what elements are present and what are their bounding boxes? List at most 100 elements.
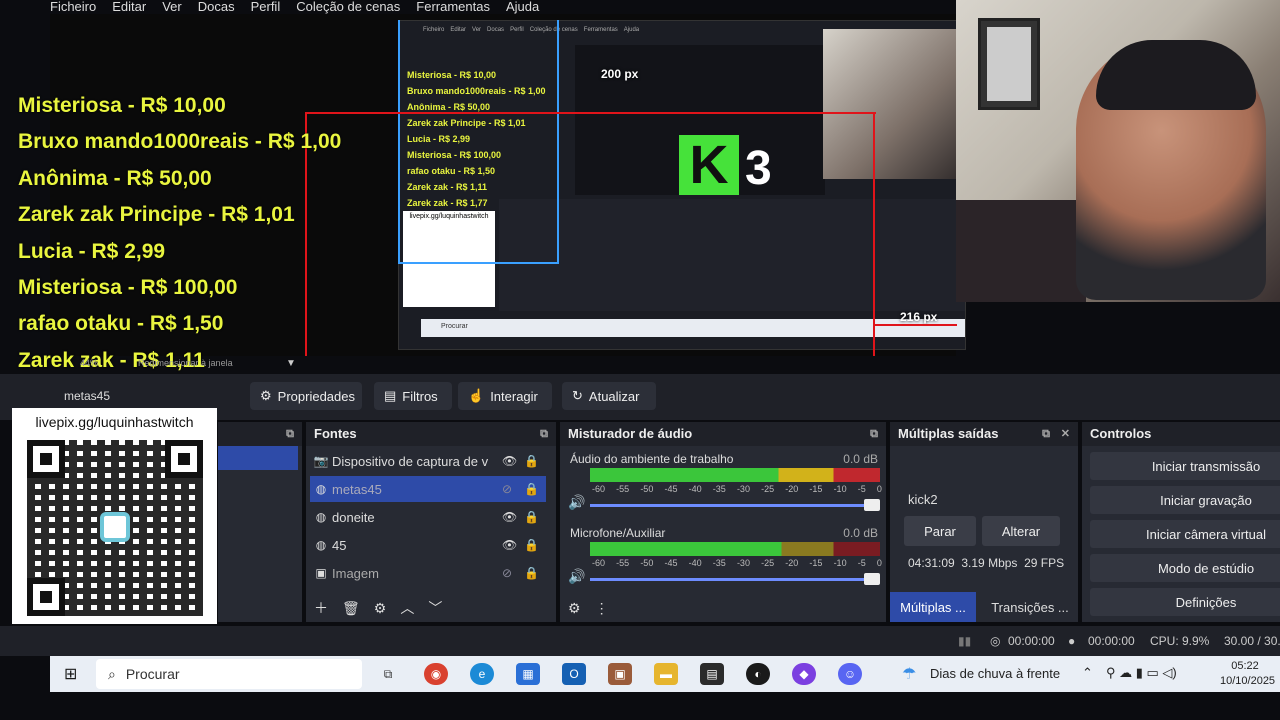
visibility-eye-icon[interactable]: 👁 xyxy=(502,538,524,552)
visibility-eye-icon[interactable]: 👁 xyxy=(502,454,524,468)
windows-start-icon[interactable]: ⊞ xyxy=(64,664,77,684)
weather-icon: ☂ xyxy=(902,666,917,683)
chevron-down-icon[interactable]: ﹀ xyxy=(428,598,442,618)
scene-item-selected[interactable] xyxy=(218,446,298,470)
properties-button[interactable]: ⚙ Propriedades xyxy=(250,382,362,410)
taskbar-search[interactable]: ⌕ Procurar xyxy=(96,659,362,689)
undock-icon[interactable]: ⧉ xyxy=(1042,422,1050,446)
refresh-button[interactable]: ↻ Atualizar xyxy=(562,382,656,410)
menu-ver[interactable]: Ver xyxy=(162,0,182,14)
donation-item: rafao otaku - R$ 1,50 xyxy=(18,312,224,336)
more-options-icon[interactable]: ⋮ xyxy=(595,600,609,617)
volume-slider[interactable] xyxy=(590,499,880,511)
browser-icon: ◍ xyxy=(315,538,327,552)
lock-icon[interactable]: 🔒 xyxy=(524,538,546,552)
resize-hint[interactable]: Redimensionar à janela xyxy=(138,358,233,372)
edge-icon[interactable]: e xyxy=(470,663,494,685)
menu-colecao-cenas[interactable]: Coleção de cenas xyxy=(296,0,400,14)
edit-output-button[interactable]: Alterar xyxy=(982,516,1060,546)
nested-taskbar: Procurar xyxy=(421,319,965,337)
wall-picture xyxy=(978,18,1040,110)
qr-logo-icon xyxy=(100,512,130,542)
task-view-icon[interactable]: ⧉ xyxy=(376,663,400,685)
slider-knob[interactable] xyxy=(864,499,880,511)
chrome-icon[interactable]: ◉ xyxy=(424,663,448,685)
menu-docas[interactable]: Docas xyxy=(198,0,235,14)
stop-output-button[interactable]: Parar xyxy=(904,516,976,546)
menu-bar: Ficheiro Editar Ver Docas Perfil Coleção… xyxy=(50,0,950,14)
start-recording-button[interactable]: Iniciar gravação xyxy=(1090,486,1280,514)
outlook-icon[interactable]: O xyxy=(562,663,586,685)
zoom-dropdown-icon[interactable]: ▼ xyxy=(286,358,296,369)
channel-name: Microfone/Auxiliar xyxy=(570,526,666,540)
menu-ferramentas[interactable]: Ferramentas xyxy=(416,0,490,14)
obs-icon[interactable]: ◐ xyxy=(746,663,770,685)
source-item-selected[interactable]: ◍ metas45 ⊘ 🔒 xyxy=(310,476,546,502)
twitch-icon[interactable]: ◆ xyxy=(792,663,816,685)
source-item[interactable]: ▣ Imagem ⊘ 🔒 xyxy=(310,560,546,586)
lock-icon[interactable]: 🔒 xyxy=(524,454,546,468)
refresh-icon: ↻ xyxy=(572,388,583,403)
source-item[interactable]: 📷 Dispositivo de captura de v 👁 🔒 xyxy=(310,448,546,474)
start-virtual-camera-button[interactable]: Iniciar câmera virtual xyxy=(1090,520,1280,548)
store-icon[interactable]: ▦ xyxy=(516,663,540,685)
lock-icon[interactable]: 🔒 xyxy=(524,510,546,524)
close-icon[interactable]: ✕ xyxy=(1061,422,1070,446)
app-icon[interactable]: ▤ xyxy=(700,663,724,685)
channel-db: 0.0 dB xyxy=(843,526,878,540)
volume-slider[interactable] xyxy=(590,573,880,585)
source-item[interactable]: ◍ 45 👁 🔒 xyxy=(310,532,546,558)
file-explorer-icon[interactable]: ▬ xyxy=(654,663,678,685)
hidden-eye-icon[interactable]: ⊘ xyxy=(502,482,524,496)
qr-finder xyxy=(27,578,65,616)
menu-ficheiro[interactable]: Ficheiro xyxy=(50,0,96,14)
tray-icons[interactable]: ⚲ ☁ ▮ ▭ ◁) xyxy=(1106,665,1177,681)
tab-multiple-outputs[interactable]: Múltiplas ... xyxy=(890,592,976,622)
lock-icon[interactable]: 🔒 xyxy=(524,482,546,496)
trash-icon[interactable]: 🗑 xyxy=(342,600,360,617)
source-item[interactable]: ◍ doneite 👁 🔒 xyxy=(310,504,546,530)
speaker-icon[interactable]: 🔊 xyxy=(568,494,585,511)
menu-perfil[interactable]: Perfil xyxy=(251,0,281,14)
menu-editar[interactable]: Editar xyxy=(112,0,146,14)
status-bar: ▮▮ ◎ 00:00:00 ● 00:00:00 CPU: 9.9% 30.00… xyxy=(0,626,1280,656)
add-icon[interactable]: ＋ xyxy=(314,598,328,618)
gear-icon[interactable]: ⚙ xyxy=(374,600,387,617)
menu-ajuda[interactable]: Ajuda xyxy=(506,0,539,14)
multiple-outputs-dock: Múltiplas saídas ⧉ ✕ kick2 Parar Alterar… xyxy=(890,422,1078,622)
undock-icon[interactable]: ⧉ xyxy=(870,422,878,446)
interact-button[interactable]: ☝ Interagir xyxy=(458,382,552,410)
guide-blue-right xyxy=(557,20,559,264)
zoom-level[interactable]: 44% xyxy=(80,358,98,372)
filters-button[interactable]: ▤ Filtros xyxy=(374,382,452,410)
studio-mode-button[interactable]: Modo de estúdio xyxy=(1090,554,1280,582)
discord-icon[interactable]: ☺ xyxy=(838,663,862,685)
advanced-audio-icon[interactable]: ⚙ xyxy=(568,600,581,617)
weather-text[interactable]: Dias de chuva à frente xyxy=(930,666,1060,681)
mixer-footer: ⚙ ⋮ xyxy=(560,594,886,622)
settings-button[interactable]: Definições xyxy=(1090,588,1280,616)
audio-meter xyxy=(590,468,880,482)
sources-header: Fontes ⧉ xyxy=(306,422,556,446)
controls-header: Controlos xyxy=(1082,422,1280,446)
undock-icon[interactable]: ⧉ xyxy=(540,422,548,446)
visibility-eye-icon[interactable]: 👁 xyxy=(502,510,524,524)
clock[interactable]: 05:22 10/10/2025 xyxy=(1220,659,1275,689)
sources-footer: ＋ 🗑 ⚙ ︿ ﹀ xyxy=(306,594,556,622)
image-icon: ▣ xyxy=(315,566,327,580)
slider-knob[interactable] xyxy=(864,573,880,585)
donation-item: Zarek zak Principe - R$ 1,01 xyxy=(18,203,295,227)
signal-icon: ▮▮ xyxy=(958,634,972,648)
start-streaming-button[interactable]: Iniciar transmissão xyxy=(1090,452,1280,480)
meter-scale: -60 -55 -50 -45 -40 -35 -30 -25 -20 -15 -10 -5 0 xyxy=(592,484,882,494)
chevron-up-icon[interactable]: ︿ xyxy=(400,598,414,618)
undock-icon[interactable]: ⧉ xyxy=(286,422,294,446)
game-icon[interactable]: ▣ xyxy=(608,663,632,685)
hidden-eye-icon[interactable]: ⊘ xyxy=(502,566,524,580)
tab-transitions[interactable]: Transições ... xyxy=(984,592,1076,622)
chair xyxy=(956,200,1086,302)
browser-icon: ◍ xyxy=(315,482,327,496)
lock-icon[interactable]: 🔒 xyxy=(524,566,546,580)
chevron-up-icon[interactable]: ⌃ xyxy=(1082,665,1093,681)
speaker-icon[interactable]: 🔊 xyxy=(568,568,585,585)
